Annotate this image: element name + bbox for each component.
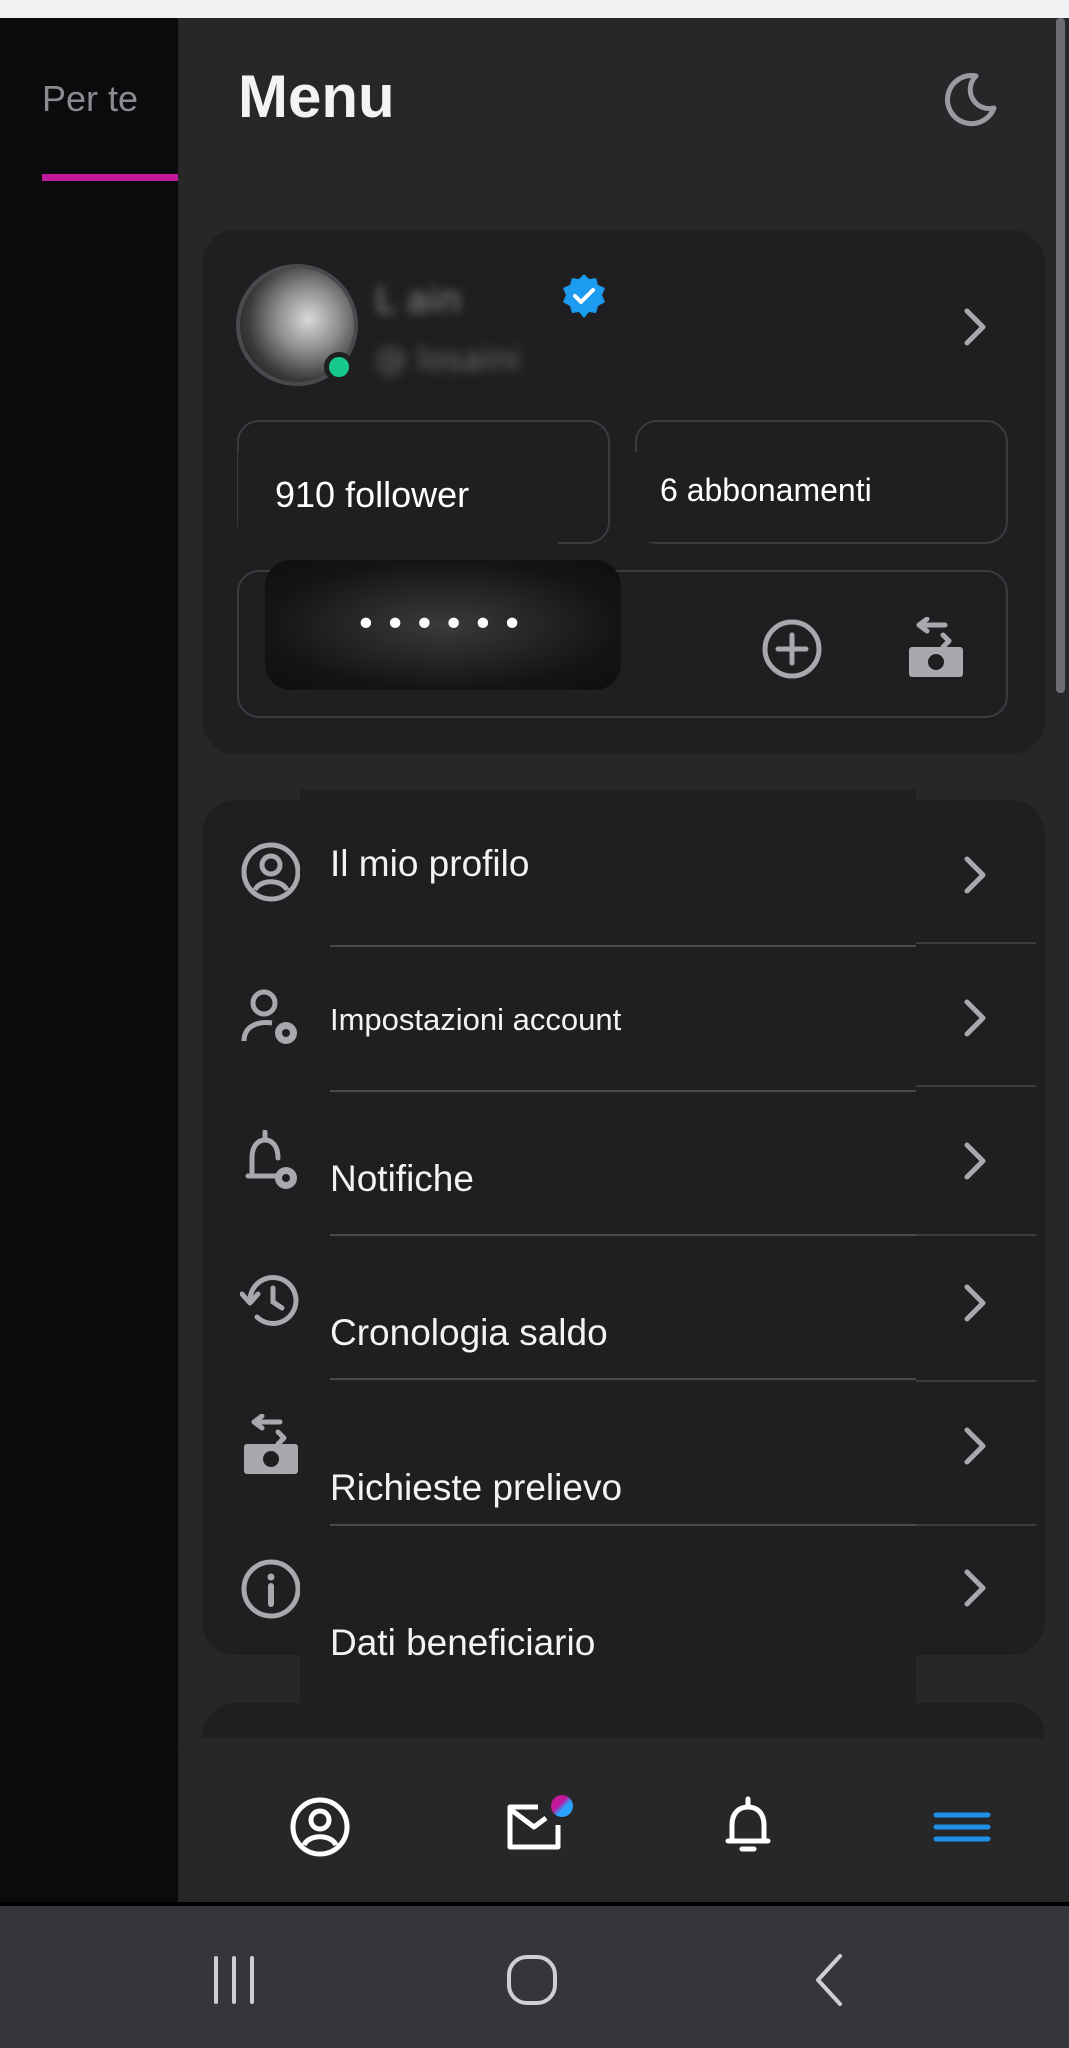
hamburger-menu-icon[interactable] <box>930 1795 994 1859</box>
row-divider <box>916 1524 1036 1526</box>
menu-item-il-mio-profilo[interactable]: Il mio profilo <box>330 843 529 885</box>
profile-handle: @ losaini <box>375 340 520 378</box>
balance-masked[interactable]: •••••• <box>265 560 621 690</box>
verified-badge-icon <box>563 274 605 318</box>
plus-circle-icon[interactable] <box>760 617 824 681</box>
moon-icon[interactable] <box>940 70 1000 130</box>
status-bar <box>0 0 1069 18</box>
menu-dropdown <box>300 790 916 1703</box>
profile-icon[interactable] <box>288 1795 352 1859</box>
user-circle-icon <box>241 842 301 902</box>
dropdown-divider <box>330 1524 916 1526</box>
profile-name: L ain <box>375 280 462 321</box>
recent-apps-icon[interactable] <box>206 1952 262 2008</box>
background-page <box>0 18 178 1902</box>
chevron-right-icon[interactable] <box>957 1424 993 1468</box>
row-divider <box>916 1085 1036 1087</box>
history-icon <box>240 1274 299 1326</box>
chevron-right-icon[interactable] <box>957 305 993 349</box>
row-divider <box>916 1380 1036 1382</box>
page-title: Menu <box>238 63 395 130</box>
chevron-right-icon[interactable] <box>957 1281 993 1325</box>
menu-item-dati-beneficiario[interactable]: Dati beneficiario <box>330 1622 595 1664</box>
menu-item-cronologia-saldo[interactable]: Cronologia saldo <box>330 1312 608 1354</box>
tab-per-te[interactable]: Per te <box>42 78 138 120</box>
menu-item-impostazioni-account[interactable]: Impostazioni account <box>330 1002 621 1038</box>
online-status-dot <box>324 352 354 382</box>
back-icon[interactable] <box>804 1952 860 2008</box>
subscriptions-count[interactable]: 6 abbonamenti <box>620 452 940 542</box>
chevron-right-icon[interactable] <box>957 996 993 1040</box>
chevron-right-icon[interactable] <box>957 1566 993 1610</box>
dropdown-divider <box>330 1234 916 1236</box>
cash-withdraw-icon[interactable] <box>905 617 967 679</box>
dropdown-divider <box>330 1090 916 1092</box>
message-badge <box>551 1795 573 1817</box>
menu-item-richieste-prelievo[interactable]: Richieste prelievo <box>330 1467 622 1509</box>
chevron-right-icon[interactable] <box>957 1139 993 1183</box>
home-icon[interactable] <box>504 1952 560 2008</box>
cash-withdraw-icon <box>244 1414 298 1474</box>
dropdown-divider <box>330 1378 916 1380</box>
notifications-icon[interactable] <box>716 1795 780 1859</box>
user-settings-icon <box>241 989 297 1044</box>
tab-active-indicator <box>42 174 178 181</box>
row-divider <box>916 1234 1036 1236</box>
followers-count[interactable]: 910 follower <box>238 452 558 552</box>
scrollbar-thumb[interactable] <box>1056 18 1065 693</box>
row-divider <box>916 942 1036 944</box>
menu-item-notifiche[interactable]: Notifiche <box>330 1158 474 1200</box>
dropdown-divider <box>330 945 916 947</box>
info-icon <box>241 1559 301 1619</box>
chevron-right-icon[interactable] <box>957 853 993 897</box>
bell-settings-icon <box>245 1130 297 1189</box>
